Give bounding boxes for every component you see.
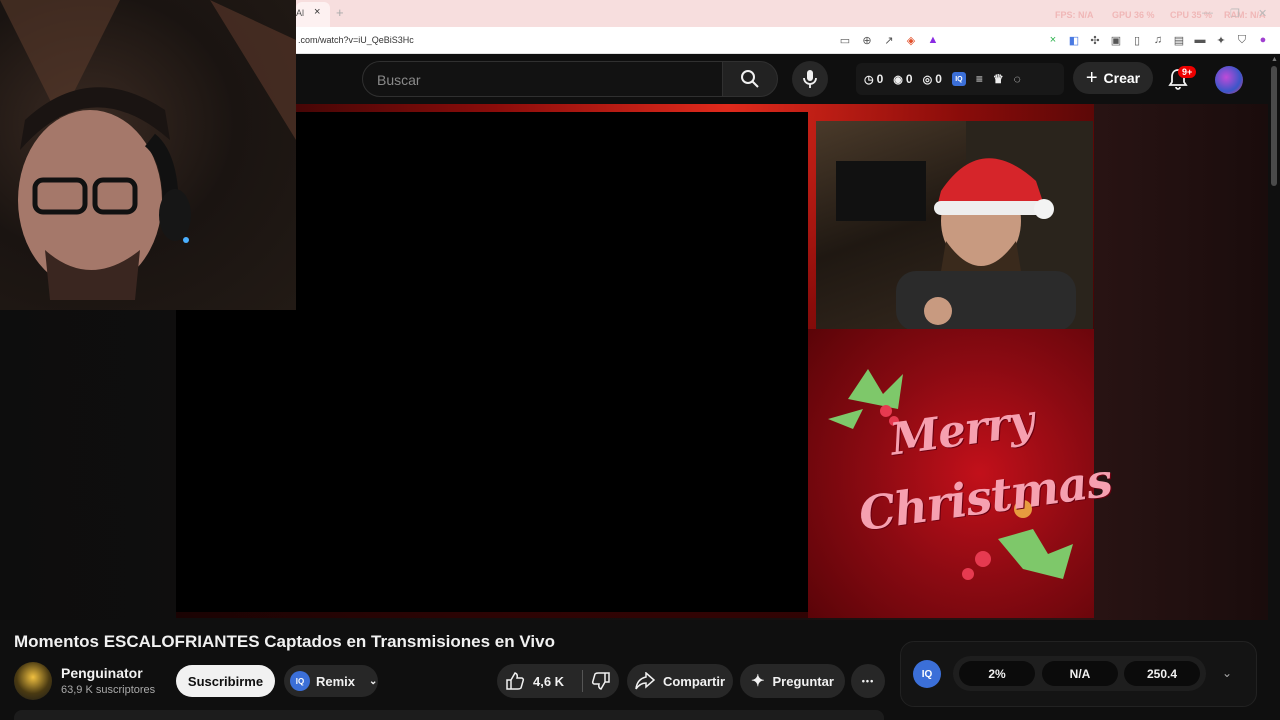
ask-button[interactable]: ✦ Preguntar: [740, 664, 845, 698]
scroll-up-arrow-icon[interactable]: ▲: [1271, 56, 1278, 63]
account-avatar[interactable]: [1215, 66, 1243, 94]
share-page-icon[interactable]: ↗: [882, 33, 896, 47]
leo-icon[interactable]: ✦: [1214, 33, 1228, 47]
notification-count-badge: 9+: [1178, 66, 1197, 78]
webcam-overlay: [0, 0, 296, 310]
subscribe-button[interactable]: Suscribirme: [176, 665, 275, 697]
browser-tab[interactable]: Al: [296, 2, 330, 27]
list-icon[interactable]: ≡: [976, 72, 983, 86]
sidebar-icon[interactable]: ▯: [1130, 33, 1144, 47]
iq-expand-chevron-icon[interactable]: ⌄: [1222, 666, 1232, 680]
page-scrollbar[interactable]: ▲: [1268, 54, 1280, 720]
wallet-icon[interactable]: ▬: [1193, 33, 1207, 47]
url-field[interactable]: .com/watch?v=iU_QeBiS3Hc: [298, 35, 414, 45]
plus-icon: +: [1085, 66, 1098, 89]
search-button[interactable]: [722, 61, 778, 97]
share-button[interactable]: Compartir: [627, 664, 733, 698]
scrollbar-thumb[interactable]: [1271, 66, 1277, 186]
share-arrow-icon: [635, 672, 655, 690]
thumbs-up-icon[interactable]: [505, 671, 525, 691]
search-input[interactable]: Buscar: [377, 72, 421, 88]
new-tab-button[interactable]: +: [336, 5, 344, 20]
tab-title: Al: [296, 8, 305, 18]
eye-outline-icon: ◎: [922, 73, 933, 86]
description-box-top[interactable]: [14, 710, 884, 720]
sparkle-icon: ✦: [751, 673, 765, 690]
webcam-person-image: [0, 0, 296, 300]
like-dislike-group: 4,6 K: [497, 664, 619, 698]
iq-metric-value: 250.4: [1124, 661, 1200, 686]
screen: Al × + FPS: N/A GPU 36 % CPU 35 % RAM: N…: [0, 0, 1280, 720]
share-label: Compartir: [662, 673, 726, 689]
more-icon: •••: [861, 676, 875, 686]
remix-button[interactable]: IQ Remix ⌄: [284, 665, 378, 697]
puzzle-icon[interactable]: ✣: [1088, 33, 1102, 47]
clock-icon: ◷: [864, 73, 874, 86]
create-button[interactable]: + Crear: [1073, 62, 1153, 94]
chat-icon[interactable]: ◌: [1014, 72, 1021, 86]
search-icon: [741, 70, 759, 88]
close-window-icon[interactable]: ✕: [1258, 7, 1267, 20]
screenshot-icon[interactable]: ▣: [1109, 33, 1123, 47]
subscriber-count: 63,9 K suscriptores: [61, 684, 156, 696]
iq-logo-icon[interactable]: IQ: [913, 660, 941, 688]
stats-extension-bar: ◷ 0 ◉ 0 ◎ 0 IQ ≡ ♛ ◌: [856, 63, 1064, 95]
seen-stat: ◎ 0: [922, 72, 942, 86]
eye-icon: ◉: [893, 73, 903, 86]
cast-icon[interactable]: ▭: [838, 33, 852, 47]
iq-metric-na: N/A: [1042, 661, 1118, 686]
chevron-down-icon[interactable]: ⌄: [369, 676, 377, 687]
voice-search-button[interactable]: [792, 61, 828, 97]
music-icon[interactable]: ♫: [1151, 33, 1165, 47]
remix-label: Remix: [316, 673, 356, 689]
watch-stat: ◷ 0: [864, 72, 884, 86]
like-divider: [582, 670, 584, 692]
tab-close-icon[interactable]: ×: [314, 6, 320, 18]
zoom-icon[interactable]: ⊕: [860, 33, 874, 47]
more-actions-button[interactable]: •••: [851, 664, 885, 698]
streamer-facecam: [816, 121, 1093, 329]
channel-avatar[interactable]: [14, 662, 52, 700]
profile-icon[interactable]: ●: [1256, 33, 1270, 47]
minimize-icon[interactable]: —: [1202, 7, 1213, 19]
reading-list-icon[interactable]: ▤: [1172, 33, 1186, 47]
microphone-icon: [803, 70, 817, 88]
extension-x-icon[interactable]: ×: [1046, 33, 1060, 47]
thumbs-down-icon[interactable]: [591, 671, 611, 691]
video-title: Momentos ESCALOFRIANTES Captados en Tran…: [14, 632, 555, 651]
translate-icon[interactable]: ◧: [1067, 33, 1081, 47]
ask-label: Preguntar: [772, 673, 834, 689]
channel-name[interactable]: Penguinator: [61, 665, 143, 681]
iq-icon[interactable]: IQ: [951, 72, 966, 86]
rewards-icon[interactable]: ▲: [926, 33, 940, 47]
view-stat: ◉ 0: [893, 72, 913, 86]
trophy-icon[interactable]: ♛: [993, 72, 1004, 86]
vpn-icon[interactable]: ⛉: [1235, 33, 1249, 47]
brave-shield-icon[interactable]: ◈: [904, 33, 918, 47]
iq-icon: IQ: [290, 671, 310, 691]
create-label: Crear: [1103, 70, 1141, 86]
gpu-readout: GPU 36 %: [1112, 10, 1155, 20]
santa-streamer-image: [836, 121, 1093, 329]
fps-readout: FPS: N/A: [1055, 10, 1094, 20]
restore-icon[interactable]: ❐: [1230, 7, 1240, 20]
like-count[interactable]: 4,6 K: [533, 674, 564, 689]
search-box[interactable]: Buscar: [362, 61, 724, 97]
iq-metric-percent: 2%: [959, 661, 1035, 686]
